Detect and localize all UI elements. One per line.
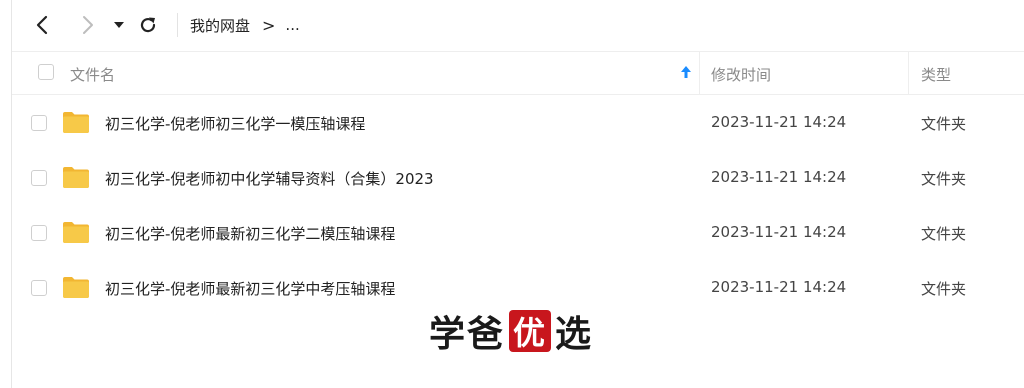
list-item[interactable]: 初三化学-倪老师最新初三化学中考压轴课程 2023-11-21 14:24 文件… xyxy=(12,260,1024,315)
file-name[interactable]: 初三化学-倪老师最新初三化学中考压轴课程 xyxy=(105,278,395,299)
folder-icon xyxy=(63,222,89,243)
breadcrumb-root[interactable]: 我的网盘 xyxy=(190,15,250,36)
select-all-checkbox[interactable] xyxy=(38,64,54,80)
file-type: 文件夹 xyxy=(921,225,967,243)
refresh-icon xyxy=(140,17,156,33)
toolbar-divider xyxy=(177,13,178,37)
list-item[interactable]: 初三化学-倪老师初三化学一模压轴课程 2023-11-21 14:24 文件夹 xyxy=(12,95,1024,150)
row-checkbox[interactable] xyxy=(31,115,47,131)
chevron-right-icon xyxy=(83,16,93,34)
row-checkbox[interactable] xyxy=(31,170,47,186)
file-type: 文件夹 xyxy=(921,280,967,298)
file-modified: 2023-11-21 14:24 xyxy=(711,223,847,241)
file-type: 文件夹 xyxy=(921,115,967,133)
file-modified: 2023-11-21 14:24 xyxy=(711,278,847,296)
folder-icon xyxy=(63,277,89,298)
forward-button[interactable] xyxy=(76,12,100,38)
file-manager-window: 我的网盘 > ... 文件名 修改时间 类型 初三化学-倪老师初三化学一模压轴课… xyxy=(11,0,1024,388)
column-name[interactable]: 文件名 xyxy=(70,64,115,85)
list-item[interactable]: 初三化学-倪老师初中化学辅导资料（合集）2023 2023-11-21 14:2… xyxy=(12,150,1024,205)
file-name[interactable]: 初三化学-倪老师初三化学一模压轴课程 xyxy=(105,113,365,134)
chevron-left-icon xyxy=(36,15,48,35)
breadcrumb-separator: > xyxy=(262,15,276,35)
column-divider[interactable] xyxy=(699,52,700,94)
watermark-text: 选 xyxy=(555,314,594,355)
column-modified[interactable]: 修改时间 xyxy=(711,64,771,85)
column-divider[interactable] xyxy=(908,52,909,94)
file-type: 文件夹 xyxy=(921,170,967,188)
refresh-button[interactable] xyxy=(136,12,160,38)
column-type[interactable]: 类型 xyxy=(921,64,951,85)
caret-down-icon xyxy=(114,22,124,28)
watermark-logo: 学爸 优 选 xyxy=(429,308,594,355)
folder-icon xyxy=(63,112,89,133)
history-dropdown-button[interactable] xyxy=(112,12,126,38)
list-item[interactable]: 初三化学-倪老师最新初三化学二模压轴课程 2023-11-21 14:24 文件… xyxy=(12,205,1024,260)
watermark-text: 学爸 xyxy=(429,314,506,355)
file-modified: 2023-11-21 14:24 xyxy=(711,168,847,186)
row-checkbox[interactable] xyxy=(31,280,47,296)
toolbar: 我的网盘 > ... xyxy=(12,0,1024,52)
back-button[interactable] xyxy=(30,12,54,38)
row-checkbox[interactable] xyxy=(31,225,47,241)
column-header: 文件名 修改时间 类型 xyxy=(12,51,1024,95)
breadcrumb: 我的网盘 > ... xyxy=(190,12,300,38)
file-name[interactable]: 初三化学-倪老师初中化学辅导资料（合集）2023 xyxy=(105,168,434,189)
file-name[interactable]: 初三化学-倪老师最新初三化学二模压轴课程 xyxy=(105,223,395,244)
file-modified: 2023-11-21 14:24 xyxy=(711,113,847,131)
watermark-stamp: 优 xyxy=(509,310,552,352)
arrow-up-icon[interactable] xyxy=(680,65,692,79)
breadcrumb-more[interactable]: ... xyxy=(285,16,299,34)
folder-icon xyxy=(63,167,89,188)
